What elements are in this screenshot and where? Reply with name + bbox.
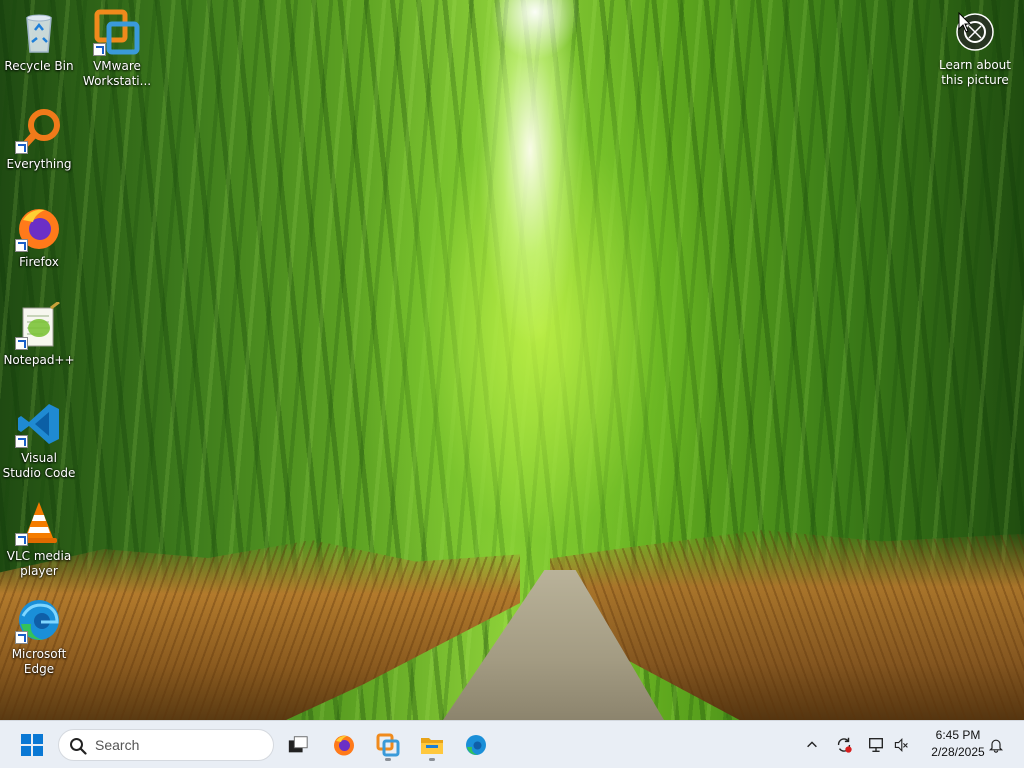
taskbar-app-firefox[interactable] — [326, 727, 362, 763]
search-placeholder: Search — [95, 737, 140, 753]
recycle-bin-icon — [15, 8, 63, 56]
network-icon — [869, 738, 883, 752]
desktop-icon-label: VLC media player — [6, 549, 72, 578]
taskbar-app-vmware[interactable] — [370, 727, 406, 763]
taskbar-app-edge[interactable] — [458, 727, 494, 763]
desktop-icon-firefox[interactable]: Firefox — [1, 204, 77, 270]
taskbar: Search 6:45 PM 2/28/2025 — [0, 720, 1024, 768]
start-button[interactable] — [14, 727, 50, 763]
desktop-icon-label: Everything — [6, 157, 72, 171]
vmware-icon — [376, 733, 400, 757]
desktop-icon-everything[interactable]: Everything — [1, 106, 77, 172]
mouse-cursor-icon — [958, 11, 972, 34]
learn-about-this-picture[interactable]: Learn about this picture — [936, 8, 1014, 88]
running-indicator — [385, 758, 391, 761]
vscode-icon — [15, 400, 63, 448]
notifications-button[interactable] — [982, 727, 1010, 763]
desktop-icon-label: Recycle Bin — [4, 59, 74, 73]
desktop-icon-vlc[interactable]: VLC media player — [1, 498, 77, 579]
task-view-icon — [288, 736, 308, 753]
desktop-icon-edge[interactable]: Microsoft Edge — [1, 596, 77, 677]
search-icon — [70, 738, 87, 755]
desktop-icon-label: Notepad++ — [3, 353, 75, 367]
desktop-icon-label: Visual Studio Code — [2, 451, 76, 480]
update-sync-icon — [837, 737, 852, 753]
running-indicator — [429, 758, 435, 761]
vlc-icon — [15, 498, 63, 546]
chevron-up-icon — [807, 741, 817, 748]
shortcut-arrow-icon — [15, 337, 28, 350]
start-icon — [21, 734, 43, 756]
shortcut-arrow-icon — [15, 435, 28, 448]
edge-icon — [15, 596, 63, 644]
volume-muted-icon — [894, 738, 908, 752]
desktop-icon-recycle-bin[interactable]: Recycle Bin — [1, 8, 77, 74]
desktop-icon-label: Firefox — [19, 255, 59, 269]
learn-about-label: Learn about this picture — [939, 58, 1011, 87]
shortcut-arrow-icon — [15, 239, 28, 252]
desktop-icon-label: Microsoft Edge — [11, 647, 67, 676]
everything-search-icon — [15, 106, 63, 154]
taskbar-search-box[interactable]: Search — [58, 729, 274, 761]
file-explorer-icon — [421, 738, 443, 754]
wallpaper-grass-left — [0, 540, 520, 720]
shortcut-arrow-icon — [15, 141, 28, 154]
firefox-icon — [334, 735, 354, 756]
taskbar-app-file-explorer[interactable] — [414, 727, 450, 763]
bell-icon — [988, 739, 1004, 753]
desktop-icon-notepadpp[interactable]: Notepad++ — [1, 302, 77, 368]
firefox-icon — [15, 204, 63, 252]
tray-update-button[interactable] — [828, 727, 860, 763]
notepadpp-icon — [15, 302, 63, 350]
shortcut-arrow-icon — [93, 43, 106, 56]
desktop-icon-vmware[interactable]: VMware Workstati... — [79, 8, 155, 89]
desktop-wallpaper: Recycle Bin VMware Workstati... Everythi… — [0, 0, 1024, 720]
tray-volume-button[interactable] — [886, 727, 916, 763]
vmware-icon — [93, 8, 141, 56]
shortcut-arrow-icon — [15, 533, 28, 546]
task-view-button[interactable] — [280, 727, 316, 763]
desktop-icon-label: VMware Workstati... — [82, 59, 152, 88]
shortcut-arrow-icon — [15, 631, 28, 644]
desktop-icon-vscode[interactable]: Visual Studio Code — [1, 400, 77, 481]
edge-icon — [466, 735, 486, 755]
wallpaper-sunlight — [490, 0, 580, 60]
show-hidden-icons-button[interactable] — [796, 727, 828, 763]
